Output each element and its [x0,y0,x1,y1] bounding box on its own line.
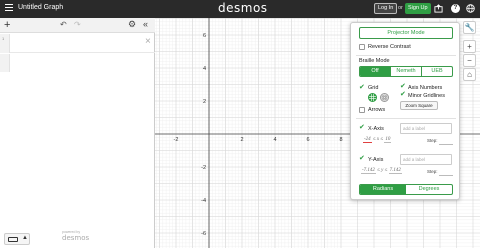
degrees-option[interactable]: Degrees [406,185,452,194]
y-tick-label: 6 [203,33,206,39]
axis-numbers-checkbox[interactable]: ✔ [400,83,406,90]
minus-icon: − [467,56,472,65]
graph-title[interactable]: Untitled Graph [18,4,63,11]
expression-row[interactable]: 1 × [0,34,155,53]
cartesian-grid-option[interactable] [368,93,377,102]
x-tick-label: -2 [174,137,179,143]
plus-icon: + [467,42,472,51]
y-axis-min-input[interactable]: -7.142 [361,168,376,174]
reverse-contrast-label: Reverse Contrast [368,44,411,50]
braille-mode-heading: Braille Mode [359,58,390,64]
zoom-out-button[interactable]: − [463,54,476,67]
y-axis-range: -7.142 ≤ y ≤ 7.142 [361,168,402,174]
x-axis-label-input[interactable]: add a label [400,123,452,134]
redo-icon[interactable]: ↷ [74,20,81,29]
y-tick-label: 2 [203,99,206,105]
y-tick-label: -4 [201,198,206,204]
login-button[interactable]: Log In [374,3,398,14]
globe-icon[interactable] [466,4,475,13]
arrows-label: Arrows [368,107,386,113]
polar-grid-icon [381,94,388,101]
y-tick-label: -6 [201,231,206,237]
angle-units-selector: Radians Degrees [359,184,453,195]
cartesian-grid-icon [369,94,376,101]
braille-option-off[interactable]: Off [360,67,390,76]
x-axis-checkbox[interactable]: ✔ [359,124,365,131]
x-axis-max-input[interactable]: 10 [384,137,392,143]
new-expression-row-tab[interactable] [0,54,10,72]
expression-panel: + ↶ ↷ ⚙ « 1 × ▲ powered by desmos [0,18,155,248]
signup-button[interactable]: Sign Up [405,3,431,14]
home-icon: ⌂ [467,70,472,79]
desmos-logo: desmos [218,1,268,15]
graph-settings-button[interactable]: 🔧 [463,21,476,34]
undo-icon[interactable]: ↶ [60,20,67,29]
projector-mode-button[interactable]: Projector Mode [359,27,453,39]
divider [356,118,456,119]
x-tick-label: 6 [306,137,309,143]
minor-gridlines-checkbox[interactable]: ✔ [400,91,406,98]
minor-gridlines-label: Minor Gridlines [408,93,445,99]
keypad-toggle-button[interactable]: ▲ [4,233,30,245]
x-axis-range: -24 ≤ x ≤ 10 [363,137,392,143]
powered-by-logo: desmos [62,234,90,242]
y-axis-label-input[interactable]: add a label [400,154,452,165]
expression-toolbar: + ↶ ↷ ⚙ « [0,18,155,33]
x-axis-variable: x [376,137,380,142]
braille-mode-selector: Off Nemeth UEB [359,66,453,77]
y-axis-checkbox[interactable]: ✔ [359,155,365,162]
y-axis-step-input[interactable] [439,175,453,176]
delete-expression-icon[interactable]: × [145,36,151,47]
hamburger-menu-icon[interactable] [5,4,13,12]
x-axis-step-label: Step: [427,138,438,143]
x-axis-min-input[interactable]: -24 [363,137,372,143]
zoom-in-button[interactable]: + [463,40,476,53]
keyboard-icon [8,237,18,242]
wrench-icon: 🔧 [464,23,475,32]
default-zoom-button[interactable]: ⌂ [463,68,476,81]
y-axis-step-label: Step: [427,169,438,174]
y-axis-label: Y-Axis [368,157,384,163]
braille-option-nemeth[interactable]: Nemeth [390,67,421,76]
gear-icon[interactable]: ⚙ [128,19,136,30]
share-icon[interactable] [434,4,443,13]
divider [356,55,456,56]
top-bar: Untitled Graph desmos Log In or Sign Up … [0,0,480,18]
help-icon[interactable]: ? [451,4,460,13]
arrows-checkbox[interactable] [359,107,365,113]
braille-option-ueb[interactable]: UEB [421,67,452,76]
collapse-panel-icon[interactable]: « [143,19,148,29]
grid-checkbox[interactable]: ✔ [359,84,365,91]
reverse-contrast-checkbox[interactable] [359,44,365,50]
add-expression-icon[interactable]: + [4,19,10,31]
x-axis-label: X-Axis [368,126,384,132]
grid-label: Grid [368,85,379,91]
y-axis-max-input[interactable]: 7.142 [388,168,402,174]
x-tick-label: 2 [240,137,243,143]
axis-numbers-label: Axis Numbers [408,85,443,91]
expression-row-number: 1 [2,36,5,41]
y-tick-label: -2 [201,165,206,171]
x-axis-step-input[interactable] [439,144,453,145]
graph-settings-panel: Projector Mode Reverse Contrast Braille … [350,22,460,200]
radians-option[interactable]: Radians [360,185,406,194]
y-tick-label: 4 [203,66,206,72]
y-axis-variable: y [381,168,384,173]
polar-grid-option[interactable] [380,93,389,102]
chevron-up-icon: ▲ [22,235,28,241]
x-tick-label: 8 [339,137,342,143]
x-tick-label: 4 [273,137,276,143]
or-text: or [398,5,403,11]
zoom-square-button[interactable]: Zoom Square [400,101,438,110]
expression-row-tab[interactable]: 1 [0,34,10,53]
